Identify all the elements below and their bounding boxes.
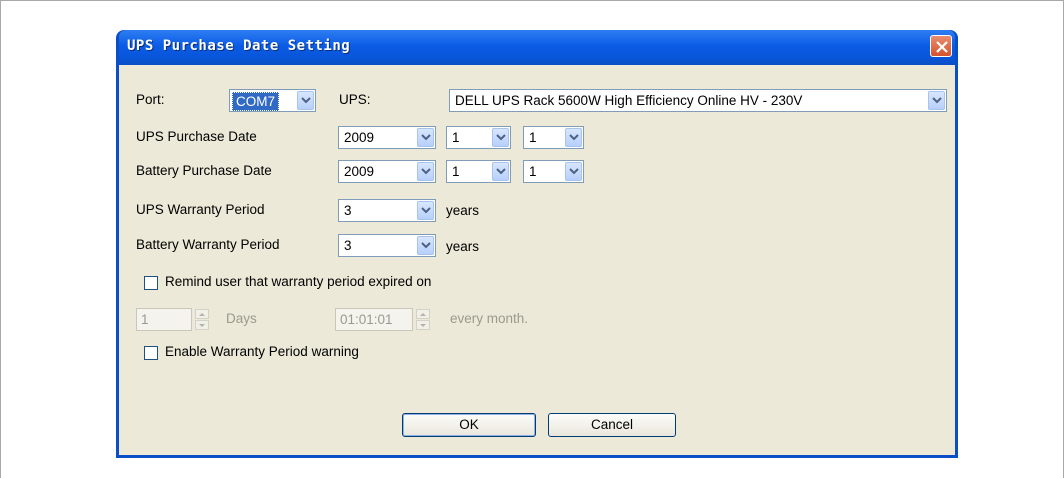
remind-time-spinner[interactable]: 01:01:01 <box>335 308 430 331</box>
close-button[interactable] <box>930 35 952 57</box>
chevron-down-icon[interactable] <box>417 236 434 255</box>
battery-warranty-unit: years <box>446 239 480 254</box>
chevron-down-icon[interactable] <box>565 128 582 147</box>
ups-warranty-value: 3 <box>344 203 352 218</box>
chevron-down-icon[interactable] <box>928 91 945 110</box>
battery-purchase-month-value: 1 <box>452 164 460 179</box>
chevron-down-icon[interactable] <box>417 128 434 147</box>
spin-down-icon[interactable] <box>195 320 209 330</box>
days-label: Days <box>226 311 257 326</box>
spin-down-icon[interactable] <box>416 320 430 330</box>
ups-purchase-month-select[interactable]: 1 <box>446 126 511 149</box>
ups-warranty-label: UPS Warranty Period <box>136 202 265 217</box>
port-label: Port: <box>136 92 165 107</box>
dialog-window: UPS Purchase Date Setting Port: COM7 UPS… <box>116 30 958 458</box>
port-select[interactable]: COM7 <box>229 89 316 112</box>
remind-days-value: 1 <box>141 312 149 327</box>
chevron-down-icon[interactable] <box>492 128 509 147</box>
chevron-down-icon[interactable] <box>417 162 434 181</box>
battery-purchase-month-select[interactable]: 1 <box>446 160 511 183</box>
chevron-down-icon[interactable] <box>492 162 509 181</box>
ups-warranty-unit: years <box>446 203 480 218</box>
battery-purchase-day-value: 1 <box>529 164 537 179</box>
battery-purchase-date-label: Battery Purchase Date <box>136 163 272 178</box>
ups-model-value: DELL UPS Rack 5600W High Efficiency Onli… <box>455 93 803 108</box>
cancel-button[interactable]: Cancel <box>548 413 676 437</box>
ok-button-label: OK <box>459 417 479 432</box>
spin-up-icon[interactable] <box>195 309 209 319</box>
spin-up-icon[interactable] <box>416 309 430 319</box>
battery-purchase-year-value: 2009 <box>344 164 375 179</box>
battery-purchase-day-select[interactable]: 1 <box>523 160 584 183</box>
ups-model-select[interactable]: DELL UPS Rack 5600W High Efficiency Onli… <box>449 89 947 112</box>
ups-purchase-year-value: 2009 <box>344 130 375 145</box>
remind-days-spinner[interactable]: 1 <box>136 308 209 331</box>
ups-purchase-day-select[interactable]: 1 <box>523 126 584 149</box>
ups-purchase-year-select[interactable]: 2009 <box>338 126 436 149</box>
battery-purchase-year-select[interactable]: 2009 <box>338 160 436 183</box>
chevron-down-icon[interactable] <box>297 91 314 110</box>
ups-purchase-date-label: UPS Purchase Date <box>136 129 257 144</box>
battery-warranty-label: Battery Warranty Period <box>136 237 280 252</box>
ups-purchase-day-value: 1 <box>529 130 537 145</box>
dialog-body: Port: COM7 UPS: DELL UPS Rack 5600W High… <box>119 65 955 455</box>
close-icon <box>936 41 948 53</box>
ups-warranty-select[interactable]: 3 <box>338 199 436 222</box>
remind-checkbox[interactable] <box>144 276 158 290</box>
ups-label: UPS: <box>339 92 371 107</box>
title-bar[interactable]: UPS Purchase Date Setting <box>119 30 955 65</box>
port-value: COM7 <box>232 92 280 111</box>
battery-warranty-value: 3 <box>344 238 352 253</box>
enable-warning-label[interactable]: Enable Warranty Period warning <box>165 344 359 359</box>
remind-time-value: 01:01:01 <box>340 312 393 327</box>
dialog-title: UPS Purchase Date Setting <box>127 38 351 54</box>
every-month-label: every month. <box>450 311 529 326</box>
enable-warning-checkbox[interactable] <box>144 346 158 360</box>
ok-button[interactable]: OK <box>402 413 536 437</box>
remind-label[interactable]: Remind user that warranty period expired… <box>165 274 431 289</box>
ups-purchase-month-value: 1 <box>452 130 460 145</box>
cancel-button-label: Cancel <box>590 417 634 432</box>
chevron-down-icon[interactable] <box>565 162 582 181</box>
chevron-down-icon[interactable] <box>417 201 434 220</box>
battery-warranty-select[interactable]: 3 <box>338 234 436 257</box>
